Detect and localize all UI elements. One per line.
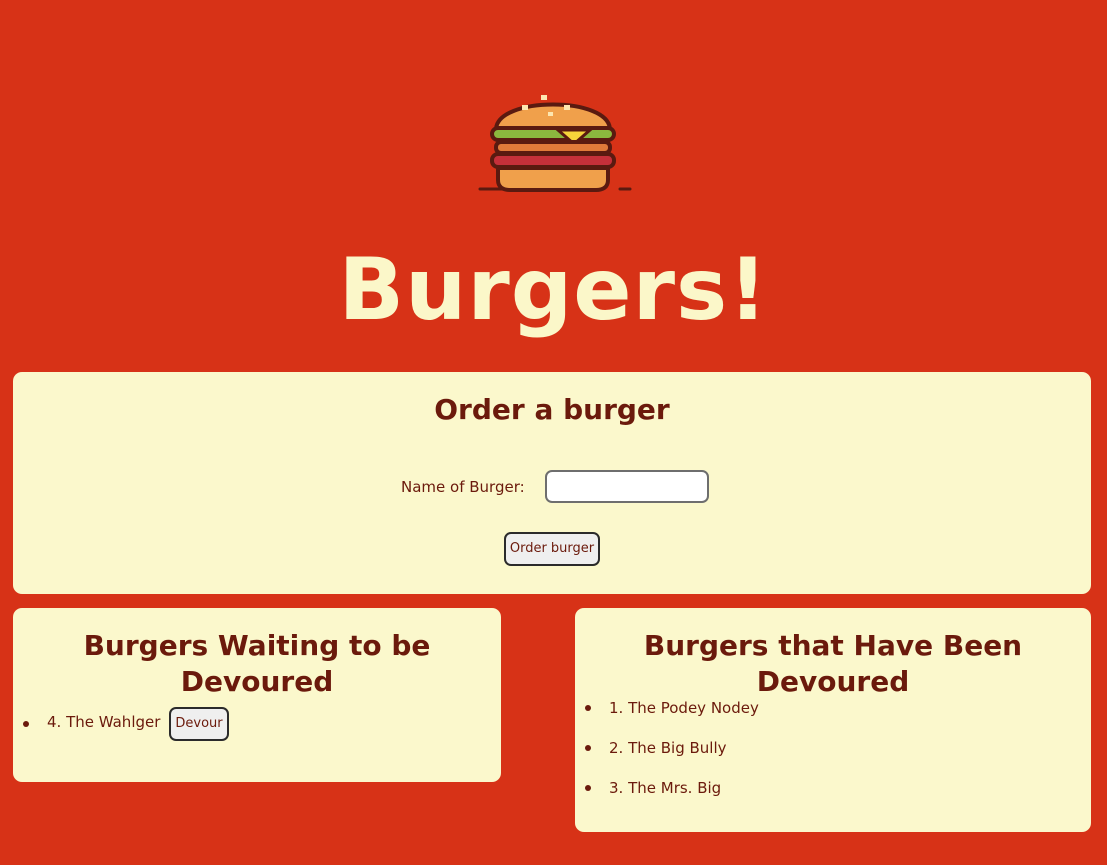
devoured-list: 1. The Podey Nodey 2. The Big Bully 3. T… xyxy=(575,698,1091,818)
order-burger-button[interactable]: Order burger xyxy=(504,532,600,566)
burger-name: 2. The Big Bully xyxy=(609,739,727,757)
waiting-panel: Burgers Waiting to be Devoured 4. The Wa… xyxy=(13,608,501,782)
list-item: 2. The Big Bully xyxy=(575,738,1091,778)
order-heading: Order a burger xyxy=(434,393,670,426)
order-form-panel: Order a burger Name of Burger: Order bur… xyxy=(13,372,1091,594)
burger-name: 4. The Wahlger xyxy=(47,713,161,731)
burger-name-label: Name of Burger: xyxy=(401,478,525,496)
devoured-heading: Burgers that Have Been Devoured xyxy=(643,629,1023,698)
page-title: Burgers! xyxy=(338,240,769,340)
list-item: 1. The Podey Nodey xyxy=(575,698,1091,738)
bullet-icon xyxy=(585,745,591,751)
list-item: 3. The Mrs. Big xyxy=(575,778,1091,818)
burger-name-input[interactable] xyxy=(545,470,709,503)
devour-button[interactable]: Devour xyxy=(169,707,229,741)
bullet-icon xyxy=(585,705,591,711)
devoured-panel: Burgers that Have Been Devoured 1. The P… xyxy=(575,608,1091,832)
burger-name: 3. The Mrs. Big xyxy=(609,779,722,797)
bullet-icon xyxy=(585,785,591,791)
waiting-heading: Burgers Waiting to be Devoured xyxy=(83,629,431,698)
burger-icon xyxy=(478,84,634,194)
burger-name: 1. The Podey Nodey xyxy=(609,699,759,717)
list-item: 4. The Wahlger Devour xyxy=(13,707,501,747)
bullet-icon xyxy=(23,721,29,727)
waiting-list: 4. The Wahlger Devour xyxy=(13,707,501,747)
